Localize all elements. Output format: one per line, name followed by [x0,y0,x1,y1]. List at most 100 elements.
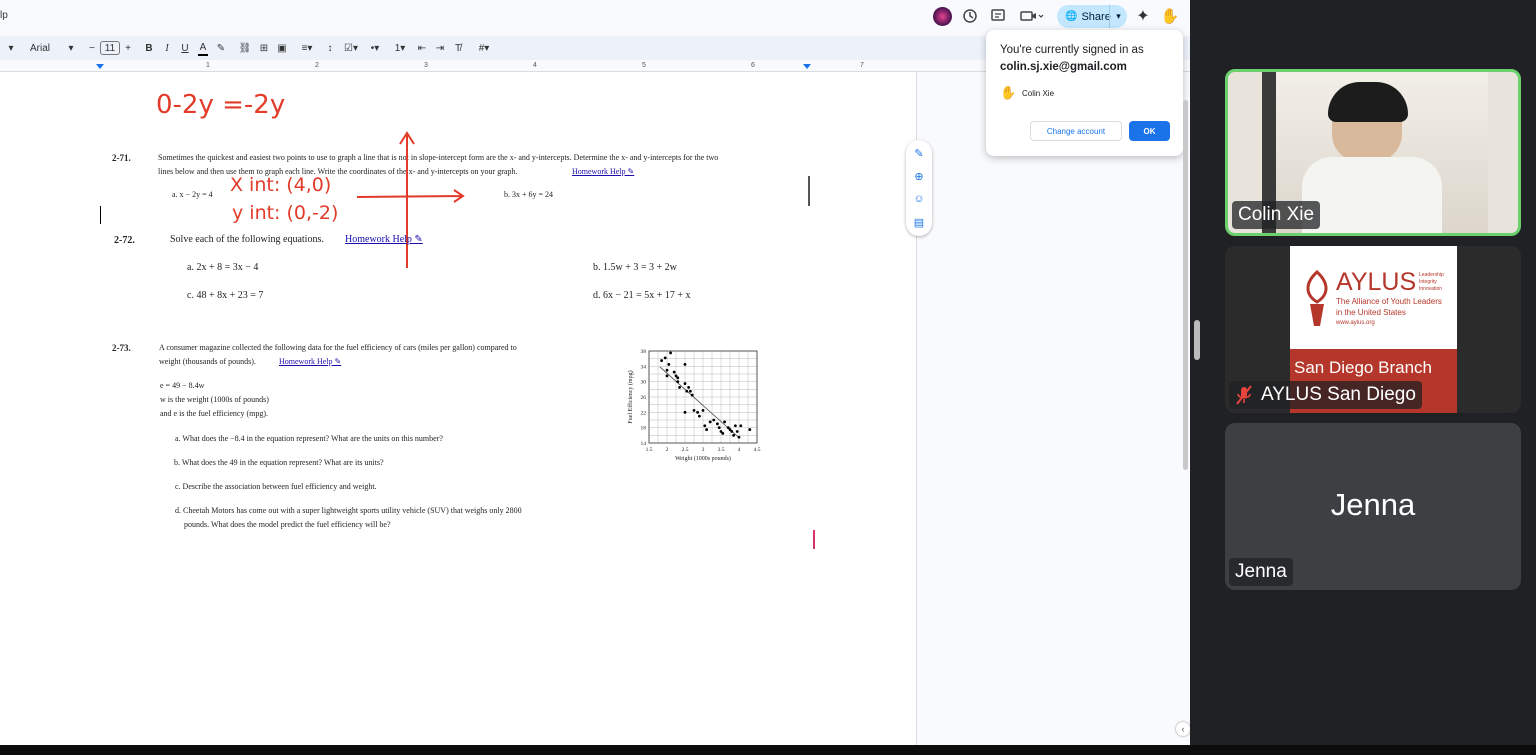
right-indent-marker-icon[interactable] [803,64,811,69]
popup-title: You're currently signed in as [1000,44,1144,56]
ruler-number: 1 [206,62,210,69]
chart-data-point [748,428,752,431]
share-label: Share [1081,10,1111,23]
participant-name: AYLUS San Diego [1261,384,1416,405]
chart-data-point [676,376,680,380]
text-cursor [808,176,810,206]
y-tick-label: 38 [641,349,647,355]
problem-number: 2-73. [112,343,131,353]
participant-tile[interactable]: Colin Xie [1225,69,1521,236]
floating-side-toolbar: ✎ ⊕ ☺ ▤ [906,140,932,236]
chart-data-point [735,430,739,433]
user-hand-avatar-icon: ✋ [1000,85,1017,100]
x-tick-label: 1.5 [646,447,653,453]
line-spacing-icon[interactable]: ↕ [324,40,336,56]
chart-data-point [739,424,743,428]
aylus-tag: Innovation [1419,286,1443,292]
comments-icon[interactable] [989,7,1007,25]
bulleted-list-icon[interactable]: •▾ [366,40,384,56]
align-icon[interactable]: ≡▾ [298,40,316,56]
highlight-icon[interactable]: ✎ [216,40,226,56]
text-color-icon[interactable]: A [198,40,208,56]
chart-data-point [698,414,701,418]
chart-data-point [663,356,667,360]
italic-icon[interactable]: I [162,40,172,56]
y-tick-label: 22 [641,410,647,416]
y-axis-label: Fuel Efficiency (mpg) [627,370,634,423]
chart-data-point [732,433,735,437]
share-dropdown-button[interactable]: ▾ [1109,5,1127,28]
more-tools-icon[interactable]: #▾ [474,40,494,56]
chart-data-point [676,380,680,384]
problem-text: A consumer magazine collected the follow… [159,343,517,352]
part-a: a. x − 2y = 4 [172,190,213,199]
clear-formatting-icon[interactable]: T̸ [452,40,464,56]
equation-d: d. 6x − 21 = 5x + 17 + x [593,290,691,301]
underline-icon[interactable]: U [180,40,190,56]
chart-data-point [701,409,705,412]
question-d-cont: pounds. What does the model predict the … [184,520,391,529]
x-tick-label: 3 [702,447,705,453]
hand-avatar-icon[interactable]: ✋ [1160,6,1180,26]
version-history-icon[interactable] [961,7,979,25]
change-account-button[interactable]: Change account [1030,121,1122,141]
ok-button[interactable]: OK [1129,121,1170,141]
x-tick-label: 4 [738,447,741,453]
numbered-list-icon[interactable]: 1▾ [390,40,410,56]
ruler-number: 3 [424,62,428,69]
problem-number: 2-72. [114,235,135,246]
profile-avatar-icon[interactable] [933,7,952,26]
homework-help-link[interactable]: Homework Help ✎ [345,234,423,245]
chart-data-point [683,410,687,414]
chart-data-point [717,426,721,430]
y-tick-label: 18 [641,426,647,432]
document-scrollbar[interactable] [1183,100,1188,470]
homework-help-link[interactable]: Homework Help ✎ [572,167,634,176]
collapse-chevron-icon[interactable]: ‹ [1176,722,1190,736]
fuel-efficiency-scatter-chart: 1.5 2 2.5 3 3.5 4 4.5 14 18 22 26 30 34 38 Weight (100… [627,349,761,462]
chart-data-point [678,386,681,389]
font-name-caret-icon[interactable]: ▾ [66,40,76,56]
emoji-reaction-icon[interactable]: ☺ [911,191,927,207]
homework-help-link[interactable]: Homework Help ✎ [279,357,341,366]
font-size-increase-button[interactable]: + [122,40,134,56]
screen: lp 🌐 Share ▾ ✦ ✋ ▾ Arial ▾ − 11 + B I U … [0,0,1536,755]
bold-icon[interactable]: B [144,40,154,56]
chart-data-point [705,428,708,431]
meet-video-icon[interactable] [1018,7,1046,25]
x-axis-label: Weight (1000s pounds) [675,455,731,462]
document-page[interactable]: 0-2y =-2y 2-71. Sometimes the quickest a… [0,72,917,745]
font-size-decrease-button[interactable]: − [86,40,98,56]
chart-data-point [723,420,726,424]
add-comment-icon[interactable]: ⊞ [258,40,270,56]
globe-icon: 🌐 [1065,11,1078,22]
decrease-indent-icon[interactable]: ⇤ [416,40,428,56]
insert-image-icon[interactable]: ▣ [276,40,288,56]
account-signin-popup: You're currently signed in as colin.sj.x… [986,30,1183,156]
handwritten-x-intercept: X int: (4,0) [230,174,332,196]
y-tick-label: 34 [641,364,647,370]
edit-pen-icon[interactable]: ✎ [911,145,927,161]
popup-email: colin.sj.xie@gmail.com [1000,61,1127,73]
toolbar-caret-icon[interactable]: ▾ [6,40,16,56]
font-name-select[interactable]: Arial [30,40,60,56]
checklist-icon[interactable]: ☑▾ [342,40,360,56]
link-icon[interactable]: ⛓ [238,40,252,56]
chart-data-point [692,409,696,412]
add-comment-icon[interactable]: ⊕ [911,168,927,184]
left-indent-marker-icon[interactable] [96,64,104,69]
participant-tile[interactable]: Jenna Jenna [1225,423,1521,590]
question-d: d. Cheetah Motors has come out with a su… [175,506,522,515]
suggest-edit-icon[interactable]: ▤ [911,214,927,230]
aylus-url: www.aylus.org [1336,320,1375,326]
chart-data-point [667,363,671,366]
font-size-input[interactable]: 11 [100,41,120,55]
participant-tile[interactable]: AYLUS Leadership Integrity Innovation Th… [1225,246,1521,413]
menu-fragment[interactable]: lp [0,10,8,21]
aylus-tag: Integrity [1419,279,1437,285]
participant-name: Jenna [1229,558,1293,586]
gemini-sparkle-icon[interactable]: ✦ [1134,7,1152,25]
panel-scroll-handle[interactable] [1194,320,1200,360]
x-tick-label: 2.5 [682,447,689,453]
increase-indent-icon[interactable]: ⇥ [434,40,446,56]
